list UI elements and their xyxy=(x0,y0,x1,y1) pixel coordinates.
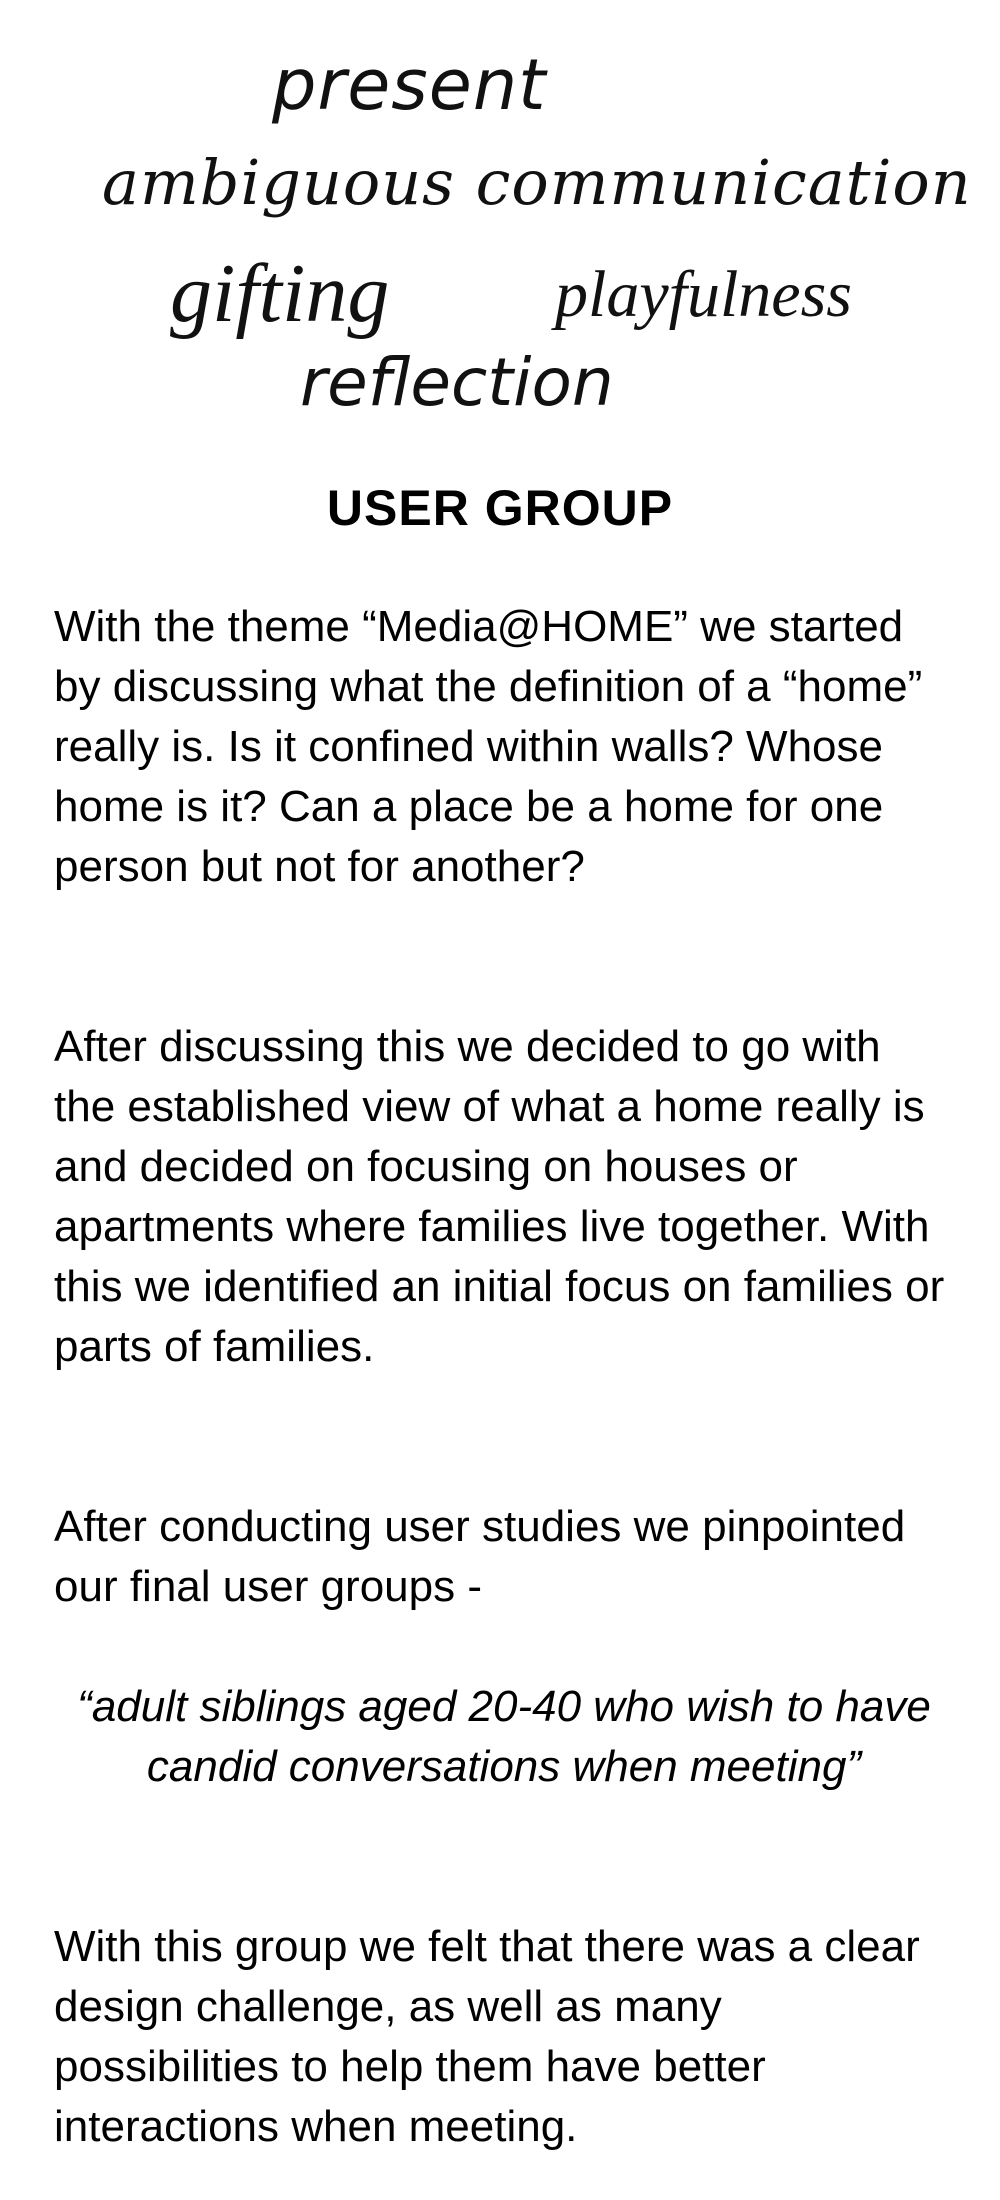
word-reflection: reflection xyxy=(300,344,614,421)
word-present: present xyxy=(272,44,547,126)
word-ambiguous-communication: ambiguous communication xyxy=(102,146,972,219)
paragraph-design-challenge: With this group we felt that there was a… xyxy=(54,1922,920,2151)
word-playfulness: playfulness xyxy=(555,258,852,331)
word-gifting: gifting xyxy=(170,247,390,340)
paragraph-user-studies: After conducting user studies we pinpoin… xyxy=(54,1502,906,1611)
page-title: USER GROUP xyxy=(326,480,674,536)
paragraph-established-view: After discussing this we decided to go w… xyxy=(54,1022,945,1371)
user-group-quote: “adult siblings aged 20-40 who wish to h… xyxy=(77,1682,931,1791)
paragraph-theme: With the theme “Media@HOME” we started b… xyxy=(54,602,923,891)
word-cloud: present ambiguous communication gifting … xyxy=(0,0,1000,440)
